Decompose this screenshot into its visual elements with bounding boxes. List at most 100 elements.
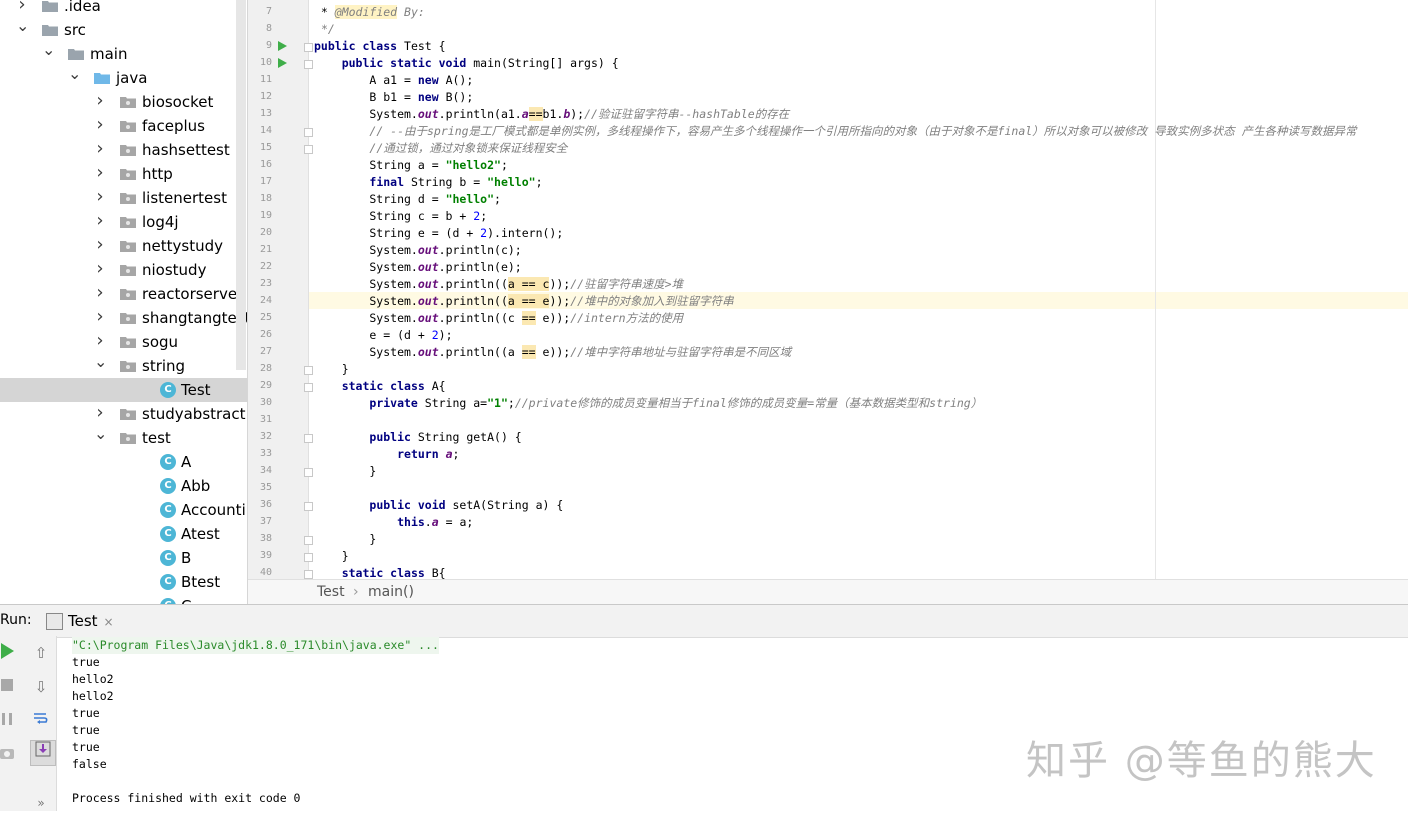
- code-line: public class Test {: [314, 39, 446, 53]
- close-icon[interactable]: ×: [104, 615, 114, 629]
- chevron-right-icon[interactable]: ›: [94, 282, 106, 306]
- pause-button[interactable]: [0, 710, 18, 732]
- line-number: 18: [259, 193, 272, 204]
- tree-item-reactorserver[interactable]: › reactorserver: [0, 282, 247, 306]
- code-editor[interactable]: 7 8 9 10 11 12 13 14 15 16 17 18 19 20 21 22 23 24 25 26 27 2…: [248, 0, 1408, 579]
- chevron-right-icon[interactable]: ›: [94, 90, 106, 114]
- line-number: 21: [259, 244, 272, 255]
- tree-item-label: C: [181, 594, 191, 604]
- class-icon: C: [160, 382, 176, 398]
- code-line: this.a = a;: [397, 515, 474, 529]
- fold-icon[interactable]: [304, 553, 313, 562]
- tree-item-biosocket[interactable]: › biosocket: [0, 90, 247, 114]
- tree-item-label: AccountingF: [181, 501, 247, 519]
- fold-icon[interactable]: [304, 434, 313, 443]
- tree-item-nettystudy[interactable]: › nettystudy: [0, 234, 247, 258]
- code-line: String a = "hello2";: [314, 158, 508, 172]
- code-line: }: [314, 549, 349, 563]
- chevron-right-icon[interactable]: ›: [94, 330, 106, 354]
- tree-item-label: Atest: [181, 525, 220, 543]
- run-gutter-icon[interactable]: [278, 41, 287, 51]
- tree-item-src[interactable]: ⌄ src: [0, 18, 247, 42]
- chevron-right-icon[interactable]: ›: [94, 234, 106, 258]
- chevron-right-icon[interactable]: ›: [94, 162, 106, 186]
- line-number: 33: [259, 448, 272, 459]
- tree-item-studyabstract[interactable]: › studyabstract: [0, 402, 247, 426]
- tree-item-label: hashsettest: [142, 141, 230, 159]
- tree-item-label: sogu: [142, 333, 179, 351]
- tree-item-log4j[interactable]: › log4j: [0, 210, 247, 234]
- tree-item-http[interactable]: › http: [0, 162, 247, 186]
- tree-item--idea[interactable]: › .idea: [0, 0, 247, 18]
- scroll-down-icon[interactable]: ⇩: [30, 676, 52, 698]
- tree-item-shangtangtest[interactable]: › shangtangtest: [0, 306, 247, 330]
- line-number: 25: [259, 312, 272, 323]
- package-icon: [120, 360, 136, 372]
- fold-icon[interactable]: [304, 383, 313, 392]
- tree-item-java[interactable]: ⌄ java: [0, 66, 247, 90]
- tree-item-test[interactable]: C Test: [0, 378, 247, 402]
- scroll-to-end-icon[interactable]: [30, 740, 56, 766]
- rerun-button[interactable]: [0, 642, 18, 664]
- package-icon: [120, 336, 136, 348]
- tree-item-label: nettystudy: [142, 237, 223, 255]
- package-icon: [120, 432, 136, 444]
- tree-item-label: niostudy: [142, 261, 207, 279]
- tree-item-main[interactable]: ⌄ main: [0, 42, 247, 66]
- tree-item-faceplus[interactable]: › faceplus: [0, 114, 247, 138]
- fold-icon[interactable]: [304, 536, 313, 545]
- fold-icon[interactable]: [304, 145, 313, 154]
- package-icon: [120, 288, 136, 300]
- code-line: }: [314, 532, 377, 546]
- run-tab[interactable]: Test ×: [46, 608, 120, 634]
- tree-item-hashsettest[interactable]: › hashsettest: [0, 138, 247, 162]
- fold-icon[interactable]: [304, 502, 313, 511]
- chevron-right-icon[interactable]: ›: [94, 186, 106, 210]
- chevron-right-icon[interactable]: ›: [94, 210, 106, 234]
- project-tree[interactable]: › .idea ⌄ src ⌄ main ⌄ java › biosocket › faceplus ›…: [0, 0, 248, 604]
- chevron-right-icon[interactable]: ›: [94, 306, 106, 330]
- chevron-right-icon[interactable]: ›: [94, 402, 106, 426]
- fold-icon[interactable]: [304, 468, 313, 477]
- chevron-right-icon[interactable]: ›: [94, 258, 106, 282]
- fold-icon[interactable]: [304, 60, 313, 69]
- chevron-down-icon[interactable]: ⌄: [94, 354, 107, 378]
- code-line: public String getA() {: [369, 430, 522, 444]
- tree-item-atest[interactable]: C Atest: [0, 522, 247, 546]
- chevron-down-icon[interactable]: ⌄: [42, 42, 55, 66]
- fold-icon[interactable]: [304, 43, 313, 52]
- tree-item-listenertest[interactable]: › listenertest: [0, 186, 247, 210]
- tree-item-test[interactable]: ⌄ test: [0, 426, 247, 450]
- package-icon: [120, 264, 136, 276]
- chevron-down-icon[interactable]: ⌄: [94, 426, 107, 450]
- tree-item-sogu[interactable]: › sogu: [0, 330, 247, 354]
- breadcrumb-class[interactable]: Test: [317, 580, 345, 605]
- tree-item-c[interactable]: CC: [0, 594, 247, 604]
- tree-item-btest[interactable]: C Btest: [0, 570, 247, 594]
- chevron-right-icon[interactable]: ›: [94, 138, 106, 162]
- fold-icon[interactable]: [304, 366, 313, 375]
- tree-item-a[interactable]: CA: [0, 450, 247, 474]
- stop-button[interactable]: [0, 676, 18, 698]
- fold-icon[interactable]: [304, 570, 313, 579]
- scroll-up-icon[interactable]: ⇧: [30, 642, 52, 664]
- tree-item-string[interactable]: ⌄ string: [0, 354, 247, 378]
- chevron-down-icon[interactable]: ⌄: [68, 66, 81, 90]
- run-gutter-icon[interactable]: [278, 58, 287, 68]
- tree-item-b[interactable]: CB: [0, 546, 247, 570]
- class-icon: C: [160, 502, 176, 518]
- chevron-down-icon[interactable]: ⌄: [16, 18, 29, 42]
- breadcrumb-method[interactable]: main(): [368, 580, 414, 605]
- tree-item-niostudy[interactable]: › niostudy: [0, 258, 247, 282]
- line-number: 23: [259, 278, 272, 289]
- code-line: String d = "hello";: [314, 192, 501, 206]
- tree-item-abb[interactable]: C Abb: [0, 474, 247, 498]
- tree-item-label: reactorserver: [142, 285, 244, 303]
- soft-wrap-icon[interactable]: [30, 710, 52, 732]
- fold-icon[interactable]: [304, 128, 313, 137]
- chevron-right-icon[interactable]: ›: [94, 114, 106, 138]
- tree-item-accountingf[interactable]: C AccountingF: [0, 498, 247, 522]
- code-line: String e = (d + 2).intern();: [314, 226, 564, 240]
- tree-scrollbar[interactable]: [236, 0, 246, 370]
- camera-icon[interactable]: [0, 744, 18, 766]
